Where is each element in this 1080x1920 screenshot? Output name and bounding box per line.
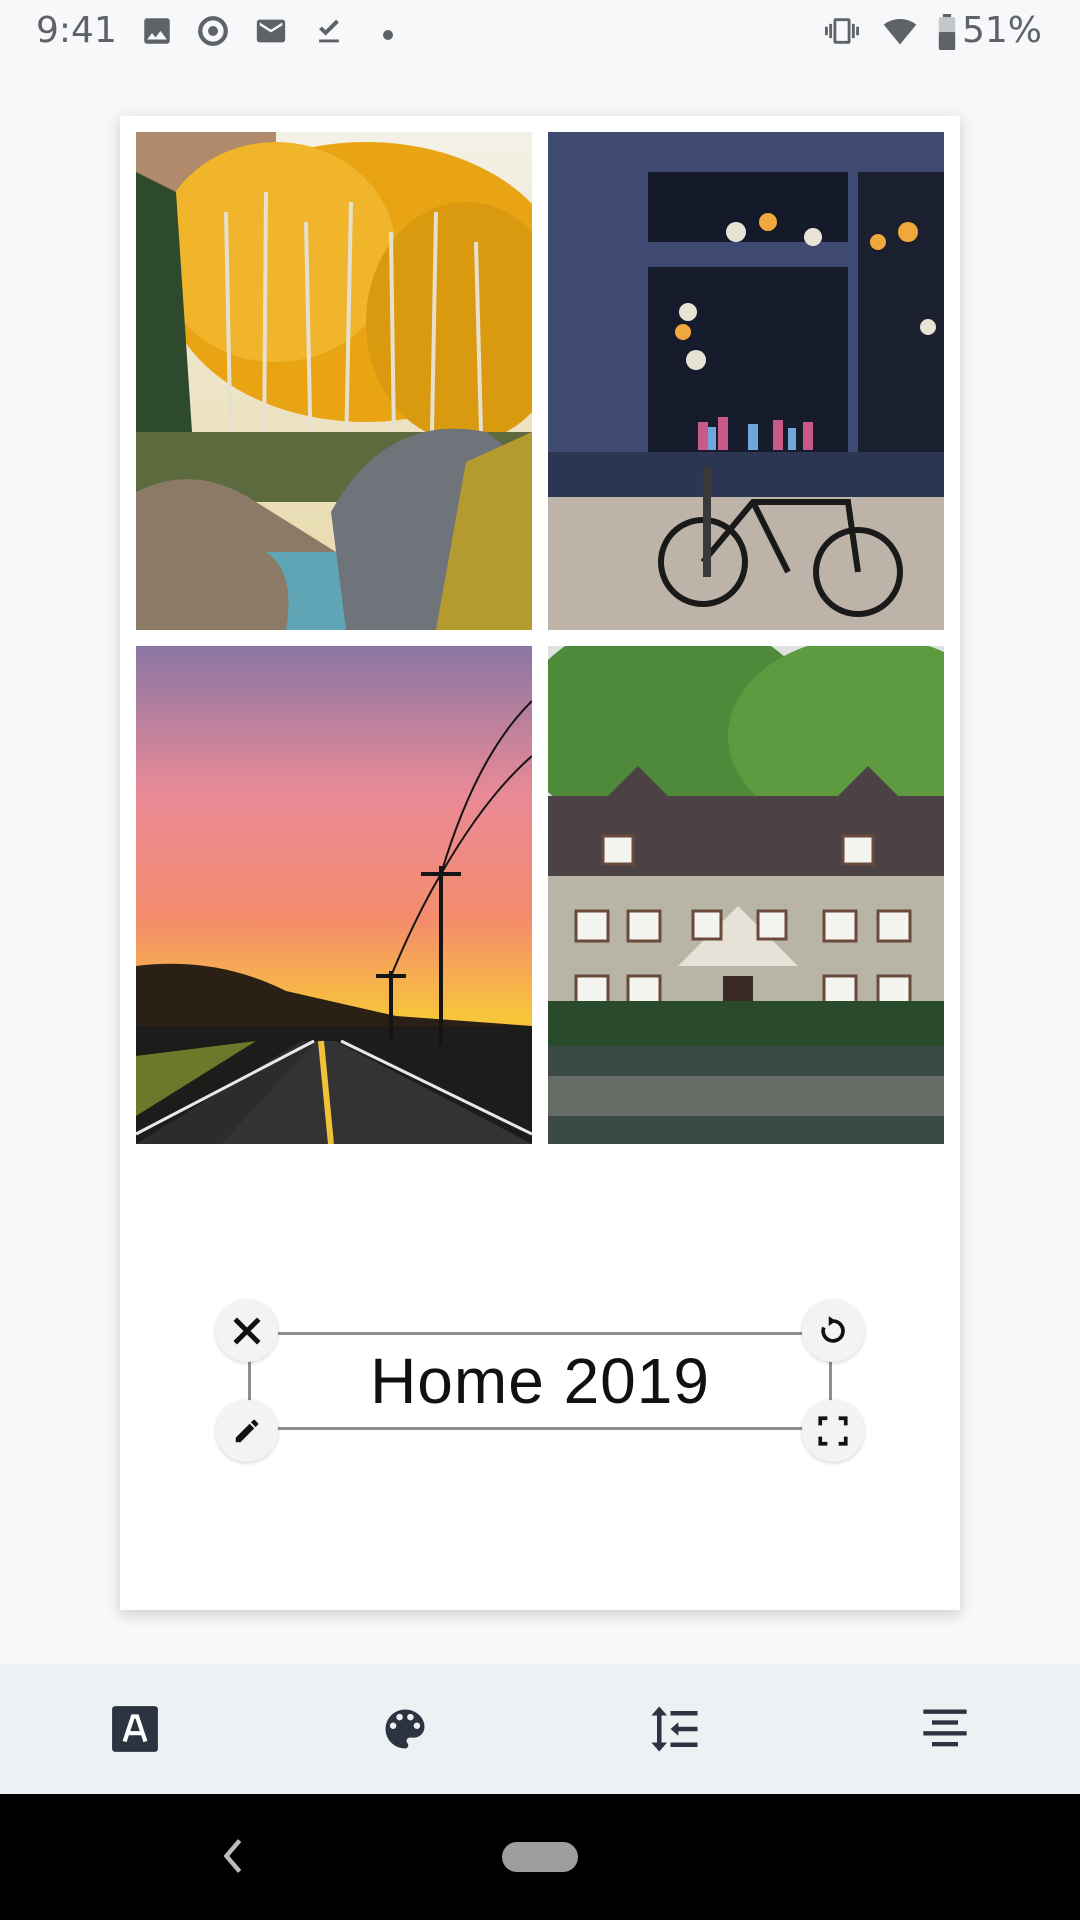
line-spacing-icon — [651, 1706, 698, 1752]
collage-canvas: Home 2019 — [120, 116, 960, 1610]
status-time: 9:41 — [36, 10, 117, 51]
spacing-button[interactable] — [615, 1669, 735, 1789]
rotate-text-button[interactable] — [802, 1300, 864, 1362]
align-button[interactable] — [885, 1669, 1005, 1789]
download-done-icon — [312, 14, 346, 52]
text-toolbar — [0, 1664, 1080, 1794]
shop-window-bicycle-photo[interactable] — [548, 132, 944, 630]
rotate-icon — [821, 1316, 845, 1343]
text-box[interactable]: Home 2019 — [216, 1300, 864, 1462]
navigation-bar — [0, 1794, 1080, 1920]
back-button[interactable] — [216, 1834, 250, 1882]
sync-icon — [196, 14, 230, 52]
brick-house-pond-photo[interactable] — [548, 646, 944, 1144]
font-button[interactable] — [75, 1669, 195, 1789]
image-icon — [140, 14, 174, 52]
resize-text-button[interactable] — [802, 1400, 864, 1462]
delete-text-button[interactable] — [216, 1300, 278, 1362]
pencil-icon — [235, 1419, 259, 1443]
font-icon — [112, 1706, 158, 1752]
mail-icon — [252, 14, 290, 52]
align-center-icon — [923, 1709, 967, 1747]
color-button[interactable] — [345, 1669, 465, 1789]
edit-text-button[interactable] — [216, 1400, 278, 1462]
wifi-icon — [880, 14, 920, 52]
status-bar: 9:41 51% — [0, 0, 1080, 64]
sunset-road-photo[interactable] — [136, 646, 532, 1144]
autumn-forest-photo[interactable] — [136, 132, 532, 630]
text-box-label[interactable]: Home 2019 — [248, 1332, 832, 1430]
battery-icon — [936, 14, 958, 54]
palette-icon — [385, 1709, 425, 1749]
home-button[interactable] — [502, 1842, 578, 1872]
fullscreen-icon — [818, 1416, 848, 1446]
back-icon — [223, 1839, 242, 1873]
vibrate-icon — [820, 14, 864, 52]
dot-icon — [382, 26, 394, 45]
battery-percent: 51% — [961, 10, 1042, 51]
close-icon — [233, 1317, 261, 1345]
